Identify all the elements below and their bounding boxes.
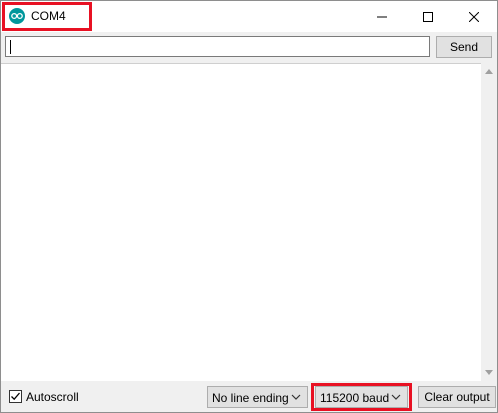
checkmark-icon <box>11 392 20 401</box>
serial-monitor-window: COM4 Send Autoscroll No line ending 1152… <box>0 0 498 413</box>
minimize-icon <box>377 16 387 17</box>
text-caret <box>10 40 11 54</box>
minimize-button[interactable] <box>359 1 405 32</box>
maximize-button[interactable] <box>405 1 451 32</box>
close-button[interactable] <box>451 1 497 32</box>
line-ending-value: No line ending <box>212 391 289 405</box>
scroll-down-arrow-icon[interactable] <box>485 370 493 375</box>
scroll-up-arrow-icon[interactable] <box>485 69 493 74</box>
serial-output-area[interactable] <box>1 63 481 381</box>
chevron-down-icon <box>291 394 301 400</box>
autoscroll-checkbox[interactable] <box>9 390 22 403</box>
title-bar[interactable]: COM4 <box>1 1 497 32</box>
maximize-icon <box>423 11 433 22</box>
send-toolbar: Send <box>1 32 497 63</box>
serial-input[interactable] <box>5 36 430 57</box>
baud-highlight-box <box>311 383 412 411</box>
send-button[interactable]: Send <box>436 36 492 58</box>
autoscroll-label[interactable]: Autoscroll <box>26 390 79 404</box>
line-ending-select[interactable]: No line ending <box>207 386 308 408</box>
vertical-scrollbar[interactable] <box>481 63 497 381</box>
clear-output-button[interactable]: Clear output <box>418 386 496 408</box>
title-highlight-box <box>2 2 92 31</box>
footer-bar: Autoscroll No line ending 115200 baud Cl… <box>1 381 497 412</box>
close-icon <box>469 11 479 22</box>
